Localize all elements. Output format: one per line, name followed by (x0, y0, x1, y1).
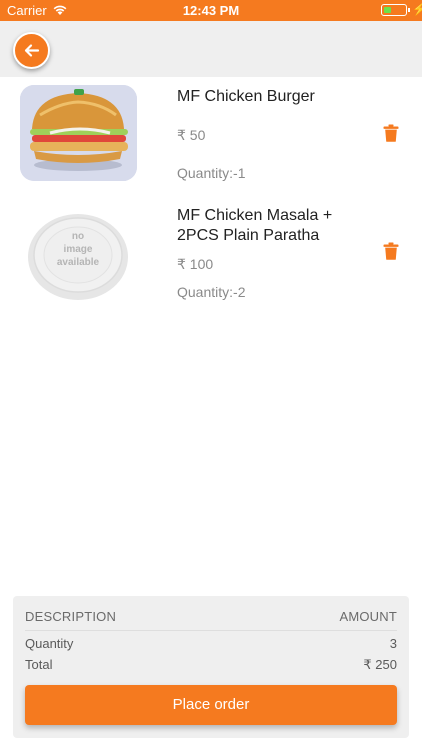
no-image-text-1: no (72, 231, 84, 242)
trash-icon (383, 124, 399, 142)
item-quantity: Quantity:-1 (177, 165, 246, 181)
item-price: ₹ 50 (177, 127, 206, 143)
description-header: DESCRIPTION (25, 609, 117, 624)
item-name: MF Chicken Burger (177, 88, 315, 105)
burger-photo (20, 85, 137, 181)
summary-quantity-row: Quantity 3 (25, 636, 397, 651)
battery-icon (381, 4, 407, 16)
item-price: ₹ 100 (177, 256, 214, 272)
cart-item: MF Chicken Burger ₹ 50 Quantity:-1 (0, 77, 422, 192)
trash-icon (383, 242, 399, 260)
summary-divider (25, 630, 397, 631)
battery-level-fill (384, 7, 391, 13)
no-image-text-3: available (57, 257, 100, 268)
quantity-value: 3 (389, 636, 397, 651)
delete-item-button[interactable] (383, 124, 399, 142)
charging-bolt-icon: ⚡ (412, 2, 422, 16)
place-order-button[interactable]: Place order (25, 685, 397, 725)
cart-item: no image available MF Chicken Masala + 2… (0, 199, 422, 309)
item-quantity: Quantity:-2 (177, 284, 246, 300)
delete-item-button[interactable] (383, 242, 399, 260)
status-time: 12:43 PM (182, 3, 240, 18)
amount-header: AMOUNT (339, 609, 397, 624)
summary-total-row: Total ₹ 250 (25, 657, 397, 672)
total-label: Total (25, 657, 53, 672)
order-summary: DESCRIPTION AMOUNT Quantity 3 Total ₹ 25… (13, 596, 409, 738)
back-button[interactable] (13, 32, 50, 69)
summary-header-row: DESCRIPTION AMOUNT (25, 609, 397, 624)
nav-bar (0, 21, 422, 77)
battery-cap (408, 8, 410, 12)
item-name: MF Chicken Masala + 2PCS Plain Paratha (177, 207, 333, 244)
quantity-label: Quantity (25, 636, 74, 651)
no-image-placeholder: no image available (20, 207, 137, 303)
total-value: ₹ 250 (363, 657, 397, 672)
arrow-left-icon (24, 44, 40, 57)
no-image-text-2: image (64, 244, 93, 255)
status-bar: Carrier 12:43 PM ⚡ (0, 0, 422, 21)
